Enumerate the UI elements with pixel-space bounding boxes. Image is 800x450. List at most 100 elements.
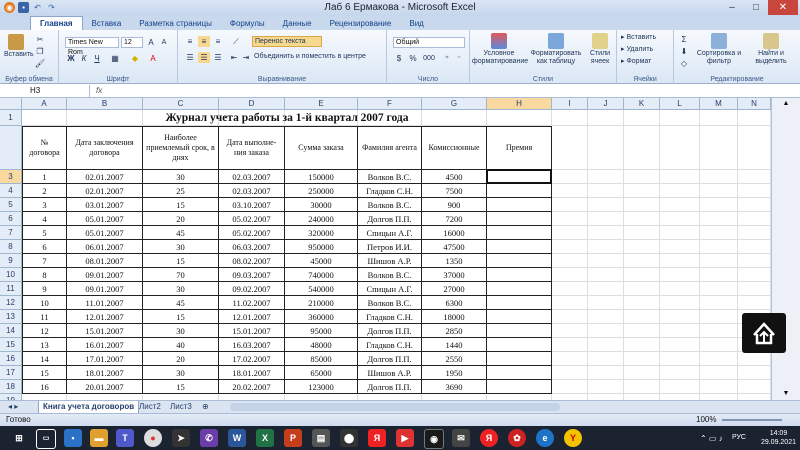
column-header-c[interactable]: C xyxy=(143,98,219,110)
table-cell[interactable]: Долгов П.П. xyxy=(358,324,422,338)
row-header-2[interactable]: 2 xyxy=(0,126,22,170)
word-icon[interactable]: W xyxy=(228,429,246,447)
app2-icon[interactable]: ▤ xyxy=(312,429,330,447)
worksheet-grid[interactable]: ABCDEFGHIJKLMN12345678910111213141516171… xyxy=(0,98,771,400)
table-cell[interactable]: 18.01.2007 xyxy=(67,366,143,380)
thousands-button[interactable]: 000 xyxy=(421,53,437,64)
insert-cells-button[interactable]: ▸ Вставить xyxy=(621,34,656,42)
font-color-icon[interactable]: A xyxy=(147,53,159,64)
edge-icon[interactable]: e xyxy=(536,429,554,447)
align-center-icon[interactable]: ☰ xyxy=(198,52,210,63)
table-cell[interactable]: 4 xyxy=(22,212,67,226)
table-cell[interactable]: Петров И.И. xyxy=(358,240,422,254)
table-cell[interactable]: 95000 xyxy=(285,324,358,338)
formula-input[interactable] xyxy=(112,85,800,97)
app4-icon[interactable]: ◉ xyxy=(424,429,444,449)
table-cell[interactable]: 2 xyxy=(22,184,67,198)
font-name-field[interactable]: Times New Rom xyxy=(65,37,119,56)
row-header-12[interactable]: 12 xyxy=(0,296,22,310)
table-cell[interactable]: 70 xyxy=(143,268,219,282)
table-cell[interactable]: 7500 xyxy=(422,184,487,198)
table-cell[interactable]: 47500 xyxy=(422,240,487,254)
table-cell[interactable]: 20 xyxy=(143,352,219,366)
table-cell[interactable]: 11.02.2007 xyxy=(219,296,285,310)
align-middle-icon[interactable]: ≡ xyxy=(198,36,210,47)
table-cell[interactable]: 1350 xyxy=(422,254,487,268)
format-table-button[interactable]: Форматировать как таблицу xyxy=(528,33,584,66)
table-cell[interactable]: 05.01.2007 xyxy=(67,226,143,240)
table-cell[interactable]: 16000 xyxy=(422,226,487,240)
row-header-15[interactable]: 15 xyxy=(0,338,22,352)
row-header-13[interactable]: 13 xyxy=(0,310,22,324)
table-cell[interactable]: Долгов П.П. xyxy=(358,380,422,394)
table-cell[interactable]: Спицын А.Г. xyxy=(358,282,422,296)
table-cell[interactable]: 03.01.2007 xyxy=(67,198,143,212)
table-cell[interactable]: 3 xyxy=(22,198,67,212)
format-cells-button[interactable]: ▸ Формат xyxy=(621,58,651,66)
table-cell[interactable]: 30 xyxy=(143,240,219,254)
table-cell[interactable]: 85000 xyxy=(285,352,358,366)
table-cell[interactable]: 09.03.2007 xyxy=(219,268,285,282)
table-cell[interactable]: 10 xyxy=(22,296,67,310)
excel-icon[interactable]: X xyxy=(256,429,274,447)
row-header-7[interactable]: 7 xyxy=(0,226,22,240)
table-cell[interactable]: 20.02.2007 xyxy=(219,380,285,394)
table-cell[interactable] xyxy=(487,240,552,254)
table-cell[interactable]: 20.01.2007 xyxy=(67,380,143,394)
table-cell[interactable]: 7 xyxy=(22,254,67,268)
increase-decimal-icon[interactable]: ⁺ xyxy=(441,53,453,64)
table-cell[interactable]: 12.01.2007 xyxy=(67,310,143,324)
table-cell[interactable]: 06.03.2007 xyxy=(219,240,285,254)
row-header-3[interactable]: 3 xyxy=(0,170,22,184)
app-icon[interactable]: ➤ xyxy=(172,429,190,447)
table-cell[interactable]: 15 xyxy=(143,380,219,394)
grow-font-icon[interactable]: A xyxy=(145,37,157,48)
table-cell[interactable] xyxy=(487,338,552,352)
table-cell[interactable]: Волков В.С. xyxy=(358,170,422,184)
align-top-icon[interactable]: ≡ xyxy=(184,36,196,47)
decrease-decimal-icon[interactable]: ⁻ xyxy=(453,53,465,64)
table-cell[interactable]: 45 xyxy=(143,226,219,240)
row-header-14[interactable]: 14 xyxy=(0,324,22,338)
tab-formulas[interactable]: Формулы xyxy=(221,17,274,30)
tab-insert[interactable]: Вставка xyxy=(83,17,131,30)
active-cell-h3[interactable] xyxy=(486,169,552,184)
minimize-button[interactable]: – xyxy=(720,0,744,15)
table-cell[interactable]: 123000 xyxy=(285,380,358,394)
column-header-l[interactable]: L xyxy=(660,98,700,110)
table-cell[interactable]: Гладков С.Н. xyxy=(358,310,422,324)
table-cell[interactable]: 40 xyxy=(143,338,219,352)
chrome-icon[interactable]: ● xyxy=(144,429,162,447)
table-cell[interactable]: 240000 xyxy=(285,212,358,226)
find-select-button[interactable]: Найти и выделить xyxy=(746,33,796,66)
table-cell[interactable]: Спицын А.Г. xyxy=(358,226,422,240)
table-cell[interactable] xyxy=(487,380,552,394)
align-right-icon[interactable]: ☰ xyxy=(212,52,224,63)
table-cell[interactable]: 16 xyxy=(22,380,67,394)
copy-icon[interactable]: ❐ xyxy=(34,46,46,57)
table-cell[interactable]: 15 xyxy=(22,366,67,380)
table-cell[interactable]: Гладков С.Н. xyxy=(358,184,422,198)
shrink-font-icon[interactable]: A xyxy=(158,37,170,48)
table-cell[interactable]: 09.02.2007 xyxy=(219,282,285,296)
table-cell[interactable]: 3690 xyxy=(422,380,487,394)
table-cell[interactable]: 45 xyxy=(143,296,219,310)
scroll-up-icon[interactable]: ▲ xyxy=(772,98,800,110)
sheet-tab-list2[interactable]: Лист2 xyxy=(135,401,165,413)
column-header-f[interactable]: F xyxy=(358,98,422,110)
table-cell[interactable]: 03.10.2007 xyxy=(219,198,285,212)
table-cell[interactable]: Шишов А.Р. xyxy=(358,254,422,268)
table-cell[interactable]: 1440 xyxy=(422,338,487,352)
table-cell[interactable]: 740000 xyxy=(285,268,358,282)
table-cell[interactable]: 15 xyxy=(143,198,219,212)
app3-icon[interactable]: ⬤ xyxy=(340,429,358,447)
table-cell[interactable]: 08.01.2007 xyxy=(67,254,143,268)
column-header-m[interactable]: M xyxy=(700,98,738,110)
table-cell[interactable]: 30 xyxy=(143,282,219,296)
table-cell[interactable]: 05.01.2007 xyxy=(67,212,143,226)
conditional-format-button[interactable]: Условное форматирование xyxy=(472,33,528,66)
font-size-field[interactable]: 12 xyxy=(121,37,143,48)
italic-button[interactable]: К xyxy=(78,53,90,64)
tab-view[interactable]: Вид xyxy=(400,17,432,30)
table-cell[interactable]: 30 xyxy=(143,366,219,380)
